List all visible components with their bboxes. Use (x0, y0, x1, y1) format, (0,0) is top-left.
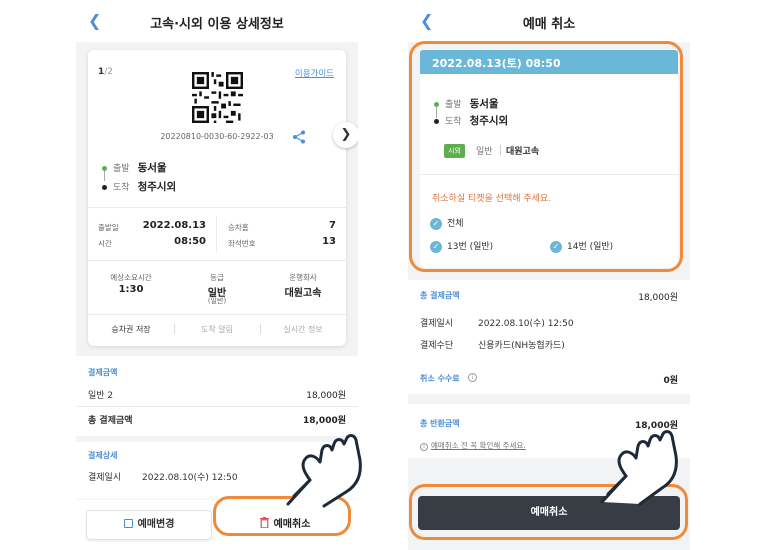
payment-item-label: 일반 2 (88, 391, 114, 401)
next-ticket-button[interactable]: ❯ (333, 122, 358, 148)
grade-label: 등급 (210, 273, 224, 282)
payment-total-label: 총 결제금액 (88, 416, 133, 426)
time-label: 시간 (98, 239, 112, 248)
duration-label: 예상소요시간 (110, 273, 152, 282)
calendar-icon (123, 519, 133, 528)
info-icon[interactable]: i (468, 373, 477, 382)
pay-method-label: 결제수단 (420, 341, 454, 351)
change-booking-label: 예매변경 (137, 519, 175, 530)
grade-sub-value: (일반) (207, 297, 227, 305)
total-pay-value: 18,000원 (638, 293, 678, 303)
pay-date-label: 결제일시 (420, 319, 454, 329)
platform-label: 승차홈 (228, 223, 249, 232)
realtime-info-button[interactable]: 실시간 정보 (260, 324, 346, 335)
payment-date-value: 2022.08.10(수) 12:50 (142, 473, 238, 483)
payment-info-section: 총 결제금액 18,000원 결제일시 2022.08.10(수) 12:50 … (408, 280, 690, 370)
pager-total: /2 (104, 67, 114, 77)
highlight-cancel-card (409, 41, 683, 272)
ticket-card: 1/2 이용가이드 20220810-0030-60-2922-03 ❯ 출발 동… (88, 50, 358, 346)
payment-date-label: 결제일시 (88, 473, 122, 483)
time-value: 08:50 (174, 236, 206, 247)
left-header: ❮ 고속·시외 이용 상세정보 (76, 0, 358, 42)
company-value: 대원고속 (284, 288, 322, 299)
info-icon: i (420, 443, 428, 451)
divider (88, 314, 346, 315)
ticket-pager: 1/2 (98, 67, 113, 77)
pointing-hand-icon (286, 434, 362, 508)
departure-row: 출발 동서울 (102, 160, 167, 175)
usage-guide-link[interactable]: 이용가이드 (295, 67, 334, 79)
pointing-hand-icon (600, 430, 678, 506)
platform-value: 7 (329, 220, 336, 231)
seat-label: 좌석번호 (228, 239, 256, 248)
page-title: 예매 취소 (522, 17, 576, 32)
arrival-value: 청주시외 (137, 181, 177, 193)
seat-value: 13 (322, 236, 336, 247)
save-ticket-button[interactable]: 승차권 저장 (88, 324, 174, 335)
company-label: 운행회사 (289, 273, 317, 282)
ticket-number: 20220810-0030-60-2922-03 (160, 132, 274, 141)
departure-value: 동서울 (137, 162, 167, 174)
date-label: 출발일 (98, 223, 119, 232)
arrival-label: 도착 (113, 183, 130, 193)
divider (88, 207, 346, 208)
divider (76, 406, 358, 407)
chevron-right-icon: ❯ (340, 127, 352, 142)
right-header: ❮ 예매 취소 (408, 0, 690, 42)
cancel-fee-value: 0원 (663, 376, 678, 386)
payment-item-value: 18,000원 (306, 391, 346, 401)
column-divider (216, 216, 217, 252)
total-pay-label: 총 결제금액 (420, 291, 460, 300)
departure-label: 출발 (113, 164, 130, 174)
refund-note-text: 예매취소 전 꼭 확인해 주세요. (431, 441, 526, 450)
refund-note[interactable]: i 예매취소 전 꼭 확인해 주세요. (420, 440, 526, 451)
pay-method-value: 신용카드(NH농협카드) (478, 341, 565, 351)
date-value: 2022.08.13 (142, 220, 206, 231)
change-booking-button[interactable]: 예매변경 (86, 510, 212, 540)
divider (88, 260, 346, 261)
refund-label: 총 반환금액 (420, 419, 460, 428)
page-title: 고속·시외 이용 상세정보 (150, 17, 284, 32)
payment-detail-title: 결제상세 (88, 451, 118, 460)
share-icon[interactable] (292, 130, 306, 144)
qr-code-icon (192, 72, 243, 123)
duration-value: 1:30 (118, 284, 144, 295)
departure-dot-icon (102, 165, 107, 171)
arrival-dot-icon (102, 184, 107, 190)
arrival-row: 도착 청주시외 (102, 179, 176, 194)
cancel-fee-section: 취소 수수료 i 0원 (408, 362, 690, 394)
arrival-alert-button[interactable]: 도착 알림 (174, 324, 260, 335)
payment-title: 결제금액 (88, 368, 118, 377)
cancel-fee-label: 취소 수수료 (420, 374, 460, 383)
pay-date-value: 2022.08.10(수) 12:50 (478, 319, 574, 329)
